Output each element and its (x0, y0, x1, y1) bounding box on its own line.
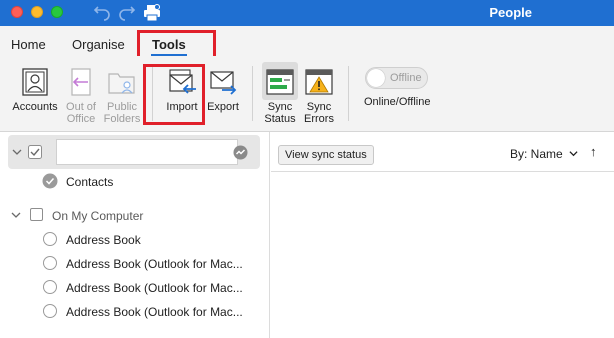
address-book-radio[interactable] (43, 280, 57, 294)
folder-item-address-book[interactable]: Address Book (Outlook for Mac... (66, 305, 243, 319)
offline-toggle-text: Offline (390, 72, 422, 84)
address-book-radio[interactable] (43, 232, 57, 246)
close-window-button[interactable] (11, 6, 23, 18)
export-icon (210, 71, 237, 95)
chevron-down-icon[interactable] (11, 210, 21, 220)
folder-item-address-book[interactable]: Address Book (Outlook for Mac... (66, 257, 243, 271)
minimize-window-button[interactable] (31, 6, 43, 18)
public-folders-label-1: Public (107, 101, 137, 113)
ribbon-separator (348, 66, 349, 121)
accounts-button[interactable]: Accounts (8, 56, 62, 113)
out-of-office-label-2: Office (66, 113, 96, 125)
ribbon-tabs: Home Organise Tools (0, 26, 614, 56)
offline-toggle[interactable]: Offline (365, 67, 428, 89)
zoom-window-button[interactable] (51, 6, 63, 18)
chevron-down-icon (569, 151, 578, 157)
tab-home[interactable]: Home (11, 37, 46, 52)
contact-list-panel: View sync status By: Name ↑ (271, 132, 614, 338)
address-book-radio[interactable] (43, 304, 57, 318)
tab-organise[interactable]: Organise (72, 37, 125, 52)
account-checkbox-checked-icon[interactable] (28, 145, 42, 159)
out-of-office-button[interactable]: Out of Office (62, 56, 100, 125)
redo-icon[interactable] (117, 3, 137, 23)
title-bar: People (0, 0, 614, 26)
sync-status-tooltip: View sync status (278, 145, 374, 165)
sync-errors-label-1: Sync (306, 101, 332, 113)
account-name-field[interactable] (56, 139, 238, 165)
sync-errors-button[interactable]: Sync Errors (300, 56, 338, 125)
out-of-office-label-1: Out of (66, 101, 96, 113)
sync-status-label-2: Status (264, 113, 296, 125)
sort-direction-icon[interactable]: ↑ (590, 144, 597, 159)
sync-status-button[interactable]: Sync Status (261, 56, 299, 125)
folder-item-contacts[interactable]: Contacts (66, 175, 113, 189)
export-button[interactable]: Export (204, 56, 242, 113)
sort-by-dropdown[interactable]: By: Name (510, 147, 578, 161)
folder-item-address-book[interactable]: Address Book (Outlook for Mac... (66, 281, 243, 295)
accounts-icon (22, 68, 48, 96)
contacts-selected-icon[interactable] (42, 173, 58, 189)
window-title: People (489, 5, 532, 20)
ribbon-separator (252, 66, 253, 121)
sync-account-icon[interactable] (233, 145, 248, 160)
ribbon: Accounts Out of Office Public Folders Im… (0, 56, 614, 132)
public-folders-label-2: Folders (103, 113, 141, 125)
list-header: View sync status By: Name ↑ (271, 132, 614, 172)
export-label: Export (207, 101, 239, 113)
undo-icon[interactable] (92, 3, 112, 23)
sync-errors-label-2: Errors (304, 113, 334, 125)
sync-errors-icon (305, 69, 333, 95)
on-my-computer-checkbox[interactable] (30, 208, 43, 221)
print-icon[interactable] (142, 3, 162, 23)
folder-sidebar: Contacts On My Computer Address Book Add… (0, 132, 270, 338)
section-on-my-computer[interactable]: On My Computer (52, 209, 143, 223)
accounts-label: Accounts (12, 101, 58, 113)
account-row[interactable] (8, 135, 260, 169)
sort-by-label: By: Name (510, 147, 563, 161)
online-offline-label: Online/Offline (364, 96, 431, 108)
public-folders-button[interactable]: Public Folders (100, 56, 144, 125)
address-book-radio[interactable] (43, 256, 57, 270)
import-highlight (143, 64, 205, 125)
chevron-down-icon[interactable] (12, 147, 22, 157)
folder-item-address-book[interactable]: Address Book (66, 233, 141, 247)
sync-status-icon (266, 69, 294, 95)
sync-status-label-1: Sync (267, 101, 293, 113)
public-folders-icon (108, 73, 135, 94)
out-of-office-icon (71, 68, 91, 96)
toggle-knob (367, 69, 385, 87)
